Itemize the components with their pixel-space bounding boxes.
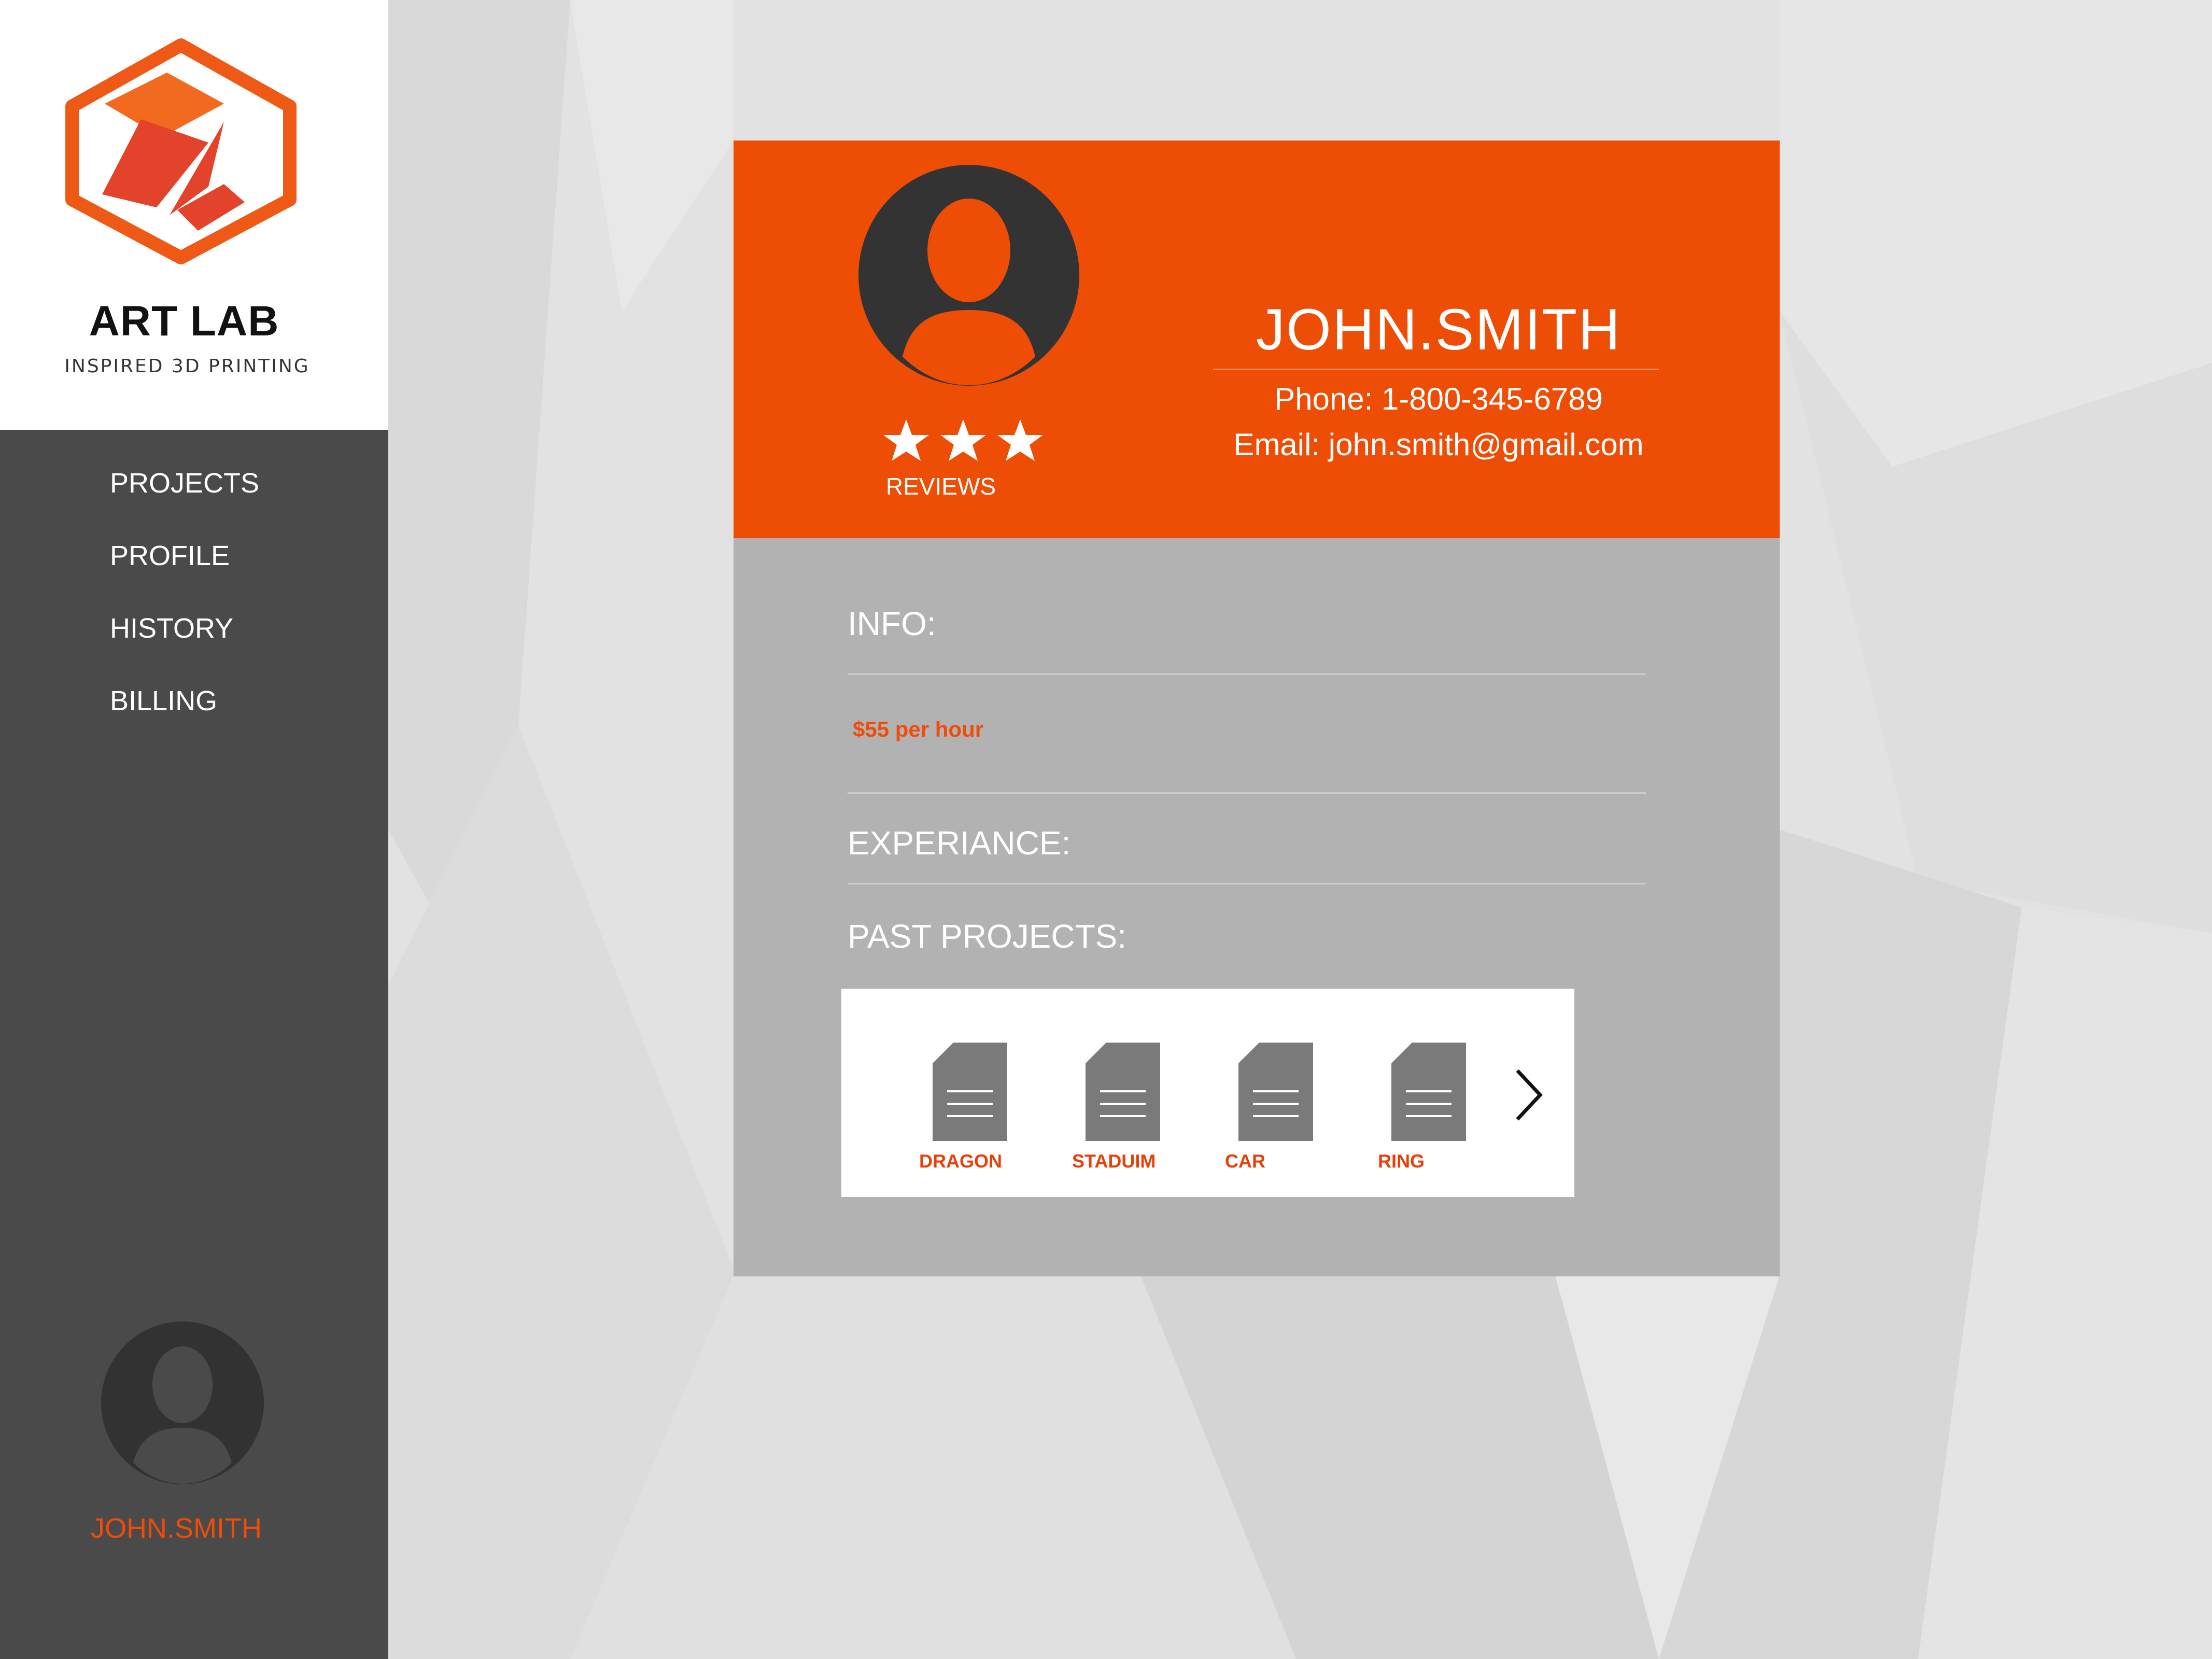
- brand-tagline: INSPIRED 3D PRINTING: [64, 356, 310, 377]
- past-projects-heading: PAST PROJECTS:: [848, 918, 1127, 955]
- document-icon: [1238, 1043, 1313, 1141]
- art-lab-logo-icon[interactable]: [58, 34, 304, 264]
- project-label: CAR: [1225, 1150, 1265, 1172]
- rating-stars: [883, 419, 1043, 461]
- profile-name: JOHN.SMITH: [1256, 297, 1622, 362]
- project-label: STADUIM: [1072, 1150, 1156, 1172]
- document-icon: [1086, 1043, 1160, 1141]
- divider: [848, 673, 1646, 675]
- avatar-icon[interactable]: [101, 1321, 264, 1485]
- profile-header: REVIEWS JOHN.SMITH Phone: 1-800-345-6789…: [734, 140, 1780, 538]
- profile-email: Email: john.smith@gmail.com: [1233, 427, 1644, 462]
- sidebar-item-projects[interactable]: PROJECTS: [110, 467, 259, 499]
- star-icon: [940, 419, 986, 461]
- divider: [848, 792, 1646, 794]
- divider: [1213, 369, 1659, 370]
- project-item-car[interactable]: CAR: [1225, 1043, 1318, 1183]
- profile-avatar-icon: [858, 165, 1079, 386]
- divider: [848, 883, 1646, 884]
- profile-phone: Phone: 1-800-345-6789: [1274, 382, 1603, 416]
- document-icon: [933, 1043, 1007, 1141]
- reviews-link[interactable]: REVIEWS: [837, 472, 1045, 500]
- hourly-rate: $55 per hour: [853, 717, 984, 741]
- project-label: RING: [1378, 1150, 1425, 1172]
- star-icon: [997, 419, 1043, 461]
- sidebar-item-billing[interactable]: BILLING: [110, 685, 217, 717]
- document-icon: [1391, 1043, 1466, 1141]
- profile-card: REVIEWS JOHN.SMITH Phone: 1-800-345-6789…: [734, 140, 1780, 1276]
- logo-panel: ART LAB INSPIRED 3D PRINTING: [0, 0, 388, 430]
- chevron-right-icon[interactable]: [1510, 1066, 1546, 1123]
- project-item-ring[interactable]: RING: [1378, 1043, 1471, 1183]
- sidebar-username[interactable]: JOHN.SMITH: [0, 1512, 353, 1544]
- brand-name: ART LAB: [89, 298, 279, 345]
- project-item-staduim[interactable]: STADUIM: [1072, 1043, 1165, 1183]
- project-item-dragon[interactable]: DRAGON: [919, 1043, 1012, 1183]
- experience-heading: EXPERIANCE:: [848, 824, 1071, 862]
- sidebar-item-profile[interactable]: PROFILE: [110, 540, 230, 572]
- past-projects-carousel: DRAGON STADUIM CAR RING: [841, 989, 1574, 1197]
- project-label: DRAGON: [919, 1150, 1002, 1172]
- sidebar: PROJECTS PROFILE HISTORY BILLING JOHN.SM…: [0, 430, 388, 1659]
- info-heading: INFO:: [848, 605, 936, 642]
- sidebar-item-history[interactable]: HISTORY: [110, 612, 233, 644]
- star-icon: [883, 419, 929, 461]
